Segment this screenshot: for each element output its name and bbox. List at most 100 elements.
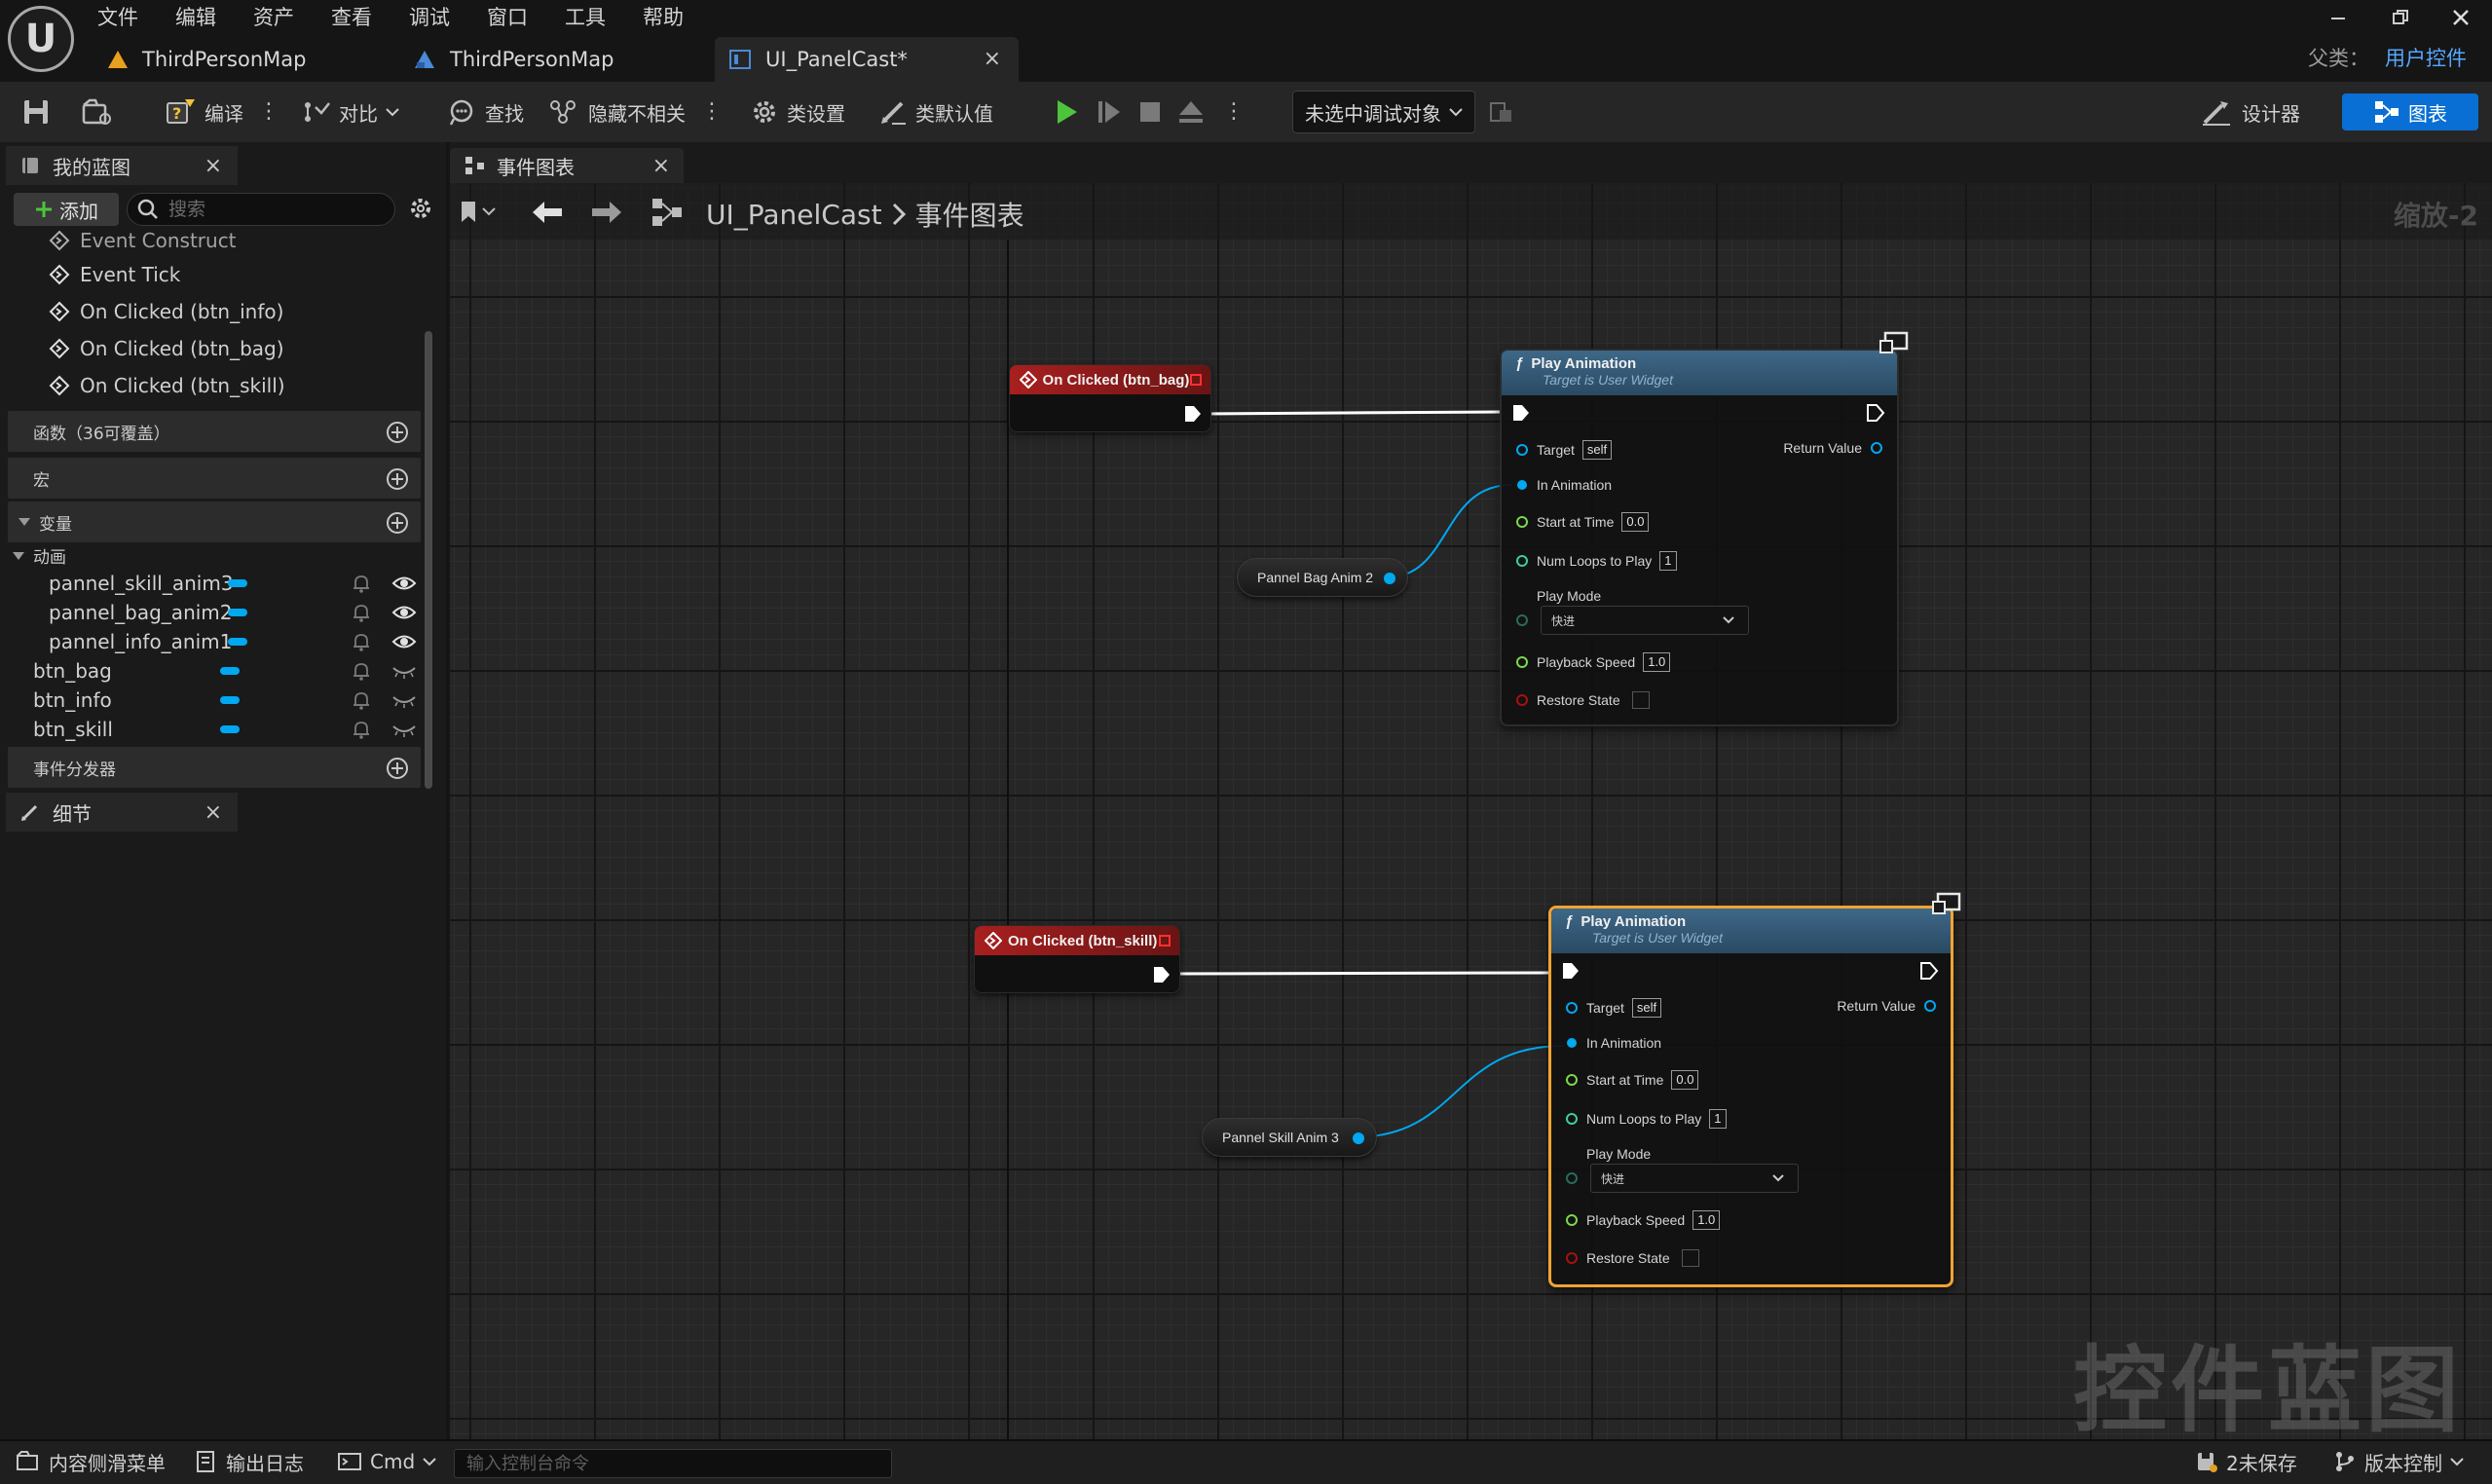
cmd-button[interactable]: Cmd: [337, 1447, 446, 1476]
content-drawer-button[interactable]: 内容侧滑菜单: [16, 1447, 166, 1476]
float-pin-icon: [1516, 516, 1528, 528]
pin-label: Num Loops to Play: [1537, 553, 1653, 569]
graph-watermark: 控件蓝图: [2073, 1336, 2463, 1445]
function-node-header: ƒ Play Animation Target is User Widget: [1502, 351, 1897, 395]
play-mode-select[interactable]: 快进: [1541, 606, 1749, 635]
source-control-button[interactable]: 版本控制: [2333, 1447, 2473, 1476]
restore-state-checkbox[interactable]: [1681, 1249, 1699, 1267]
pin-label: Num Loops to Play: [1586, 1111, 1702, 1127]
cmd-label: Cmd: [370, 1450, 416, 1473]
widget-monitor-icon: [1879, 331, 1909, 353]
pin-start-at-time[interactable]: Start at Time 0.0: [1565, 1070, 1699, 1090]
pin-num-loops[interactable]: Num Loops to Play 1: [1565, 1109, 1727, 1129]
pin-value[interactable]: 1.0: [1643, 652, 1671, 672]
pin-restore-state[interactable]: Restore State: [1565, 1249, 1699, 1267]
object-pin-icon: [1516, 444, 1528, 456]
enum-pin-icon[interactable]: [1515, 613, 1529, 627]
function-title: Play Animation: [1581, 913, 1687, 930]
graph-wires: [1007, 240, 1565, 1439]
delegate-pin-icon: [1159, 935, 1171, 946]
int-pin-icon: [1516, 555, 1528, 567]
unsaved-save-icon: [2198, 1453, 2217, 1472]
object-wire: [1353, 1045, 1565, 1138]
object-pin-icon[interactable]: [1382, 571, 1397, 586]
pin-label: Start at Time: [1586, 1072, 1664, 1088]
int-pin-icon: [1566, 1113, 1578, 1125]
function-subtitle: Target is User Widget: [1592, 930, 1723, 946]
variable-node-pannel-skill-anim3[interactable]: Pannel Skill Anim 3: [1202, 1118, 1377, 1157]
object-pin-icon[interactable]: [1351, 1131, 1366, 1146]
unsaved-label: 2未保存: [2226, 1451, 2297, 1475]
event-node-btn-skill[interactable]: On Clicked (btn_skill): [974, 925, 1180, 993]
float-pin-icon: [1566, 1074, 1578, 1086]
event-node-header: On Clicked (btn_skill): [975, 926, 1179, 955]
enum-pin-icon[interactable]: [1565, 1171, 1579, 1185]
pin-start-at-time[interactable]: Start at Time 0.0: [1515, 512, 1650, 532]
chevron-down-icon: [423, 1458, 436, 1466]
exec-out-pin-icon[interactable]: [1866, 403, 1885, 423]
bool-pin-icon: [1566, 1252, 1578, 1264]
event-node-header: On Clicked (btn_bag): [1010, 365, 1210, 394]
variable-node-label: Pannel Bag Anim 2: [1257, 570, 1374, 585]
function-title: Play Animation: [1531, 355, 1637, 372]
object-pin-icon: [1871, 442, 1882, 454]
pin-label: Play Mode: [1537, 588, 1602, 604]
event-icon: [1020, 371, 1037, 389]
object-pin-icon: [1567, 1038, 1577, 1048]
pin-label: Target: [1586, 1000, 1624, 1016]
pin-label: Restore State: [1586, 1250, 1670, 1266]
exec-out-pin-icon[interactable]: [1919, 961, 1939, 981]
pin-in-animation[interactable]: In Animation: [1515, 477, 1612, 493]
object-wire: [1386, 484, 1512, 578]
pin-restore-state[interactable]: Restore State: [1515, 691, 1650, 709]
play-animation-node[interactable]: ƒ Play Animation Target is User Widget Ta…: [1500, 349, 1899, 726]
event-node-btn-bag[interactable]: On Clicked (btn_bag): [1009, 364, 1211, 432]
play-mode-select[interactable]: 快进: [1590, 1164, 1799, 1193]
pin-value[interactable]: 1.0: [1692, 1210, 1721, 1230]
pin-label: Start at Time: [1537, 514, 1615, 530]
exec-out-pin-icon[interactable]: [1152, 965, 1172, 984]
variable-node-label: Pannel Skill Anim 3: [1222, 1130, 1339, 1145]
restore-state-checkbox[interactable]: [1631, 691, 1650, 709]
event-node-title: On Clicked (btn_bag): [1042, 371, 1190, 389]
pin-playback-speed[interactable]: Playback Speed 1.0: [1515, 652, 1671, 672]
content-drawer-label: 内容侧滑菜单: [49, 1451, 166, 1475]
exec-out-pin-icon[interactable]: [1183, 404, 1203, 424]
pin-value[interactable]: 0.0: [1621, 512, 1650, 532]
pin-target[interactable]: Target self: [1565, 998, 1662, 1018]
pin-num-loops[interactable]: Num Loops to Play 1: [1515, 551, 1677, 571]
pin-return-value[interactable]: Return Value: [1783, 440, 1883, 456]
exec-in-pin-icon[interactable]: [1561, 961, 1581, 981]
pin-value[interactable]: self: [1631, 998, 1662, 1018]
object-pin-icon: [1924, 1000, 1936, 1012]
unsaved-button[interactable]: 2未保存: [2195, 1447, 2297, 1476]
exec-wire: [1199, 410, 1501, 416]
pin-label: Return Value: [1837, 998, 1915, 1014]
source-control-icon: [2336, 1452, 2354, 1471]
output-log-label: 输出日志: [226, 1451, 304, 1475]
console-command-box[interactable]: [454, 1449, 892, 1478]
pin-value[interactable]: 0.0: [1671, 1070, 1699, 1090]
variable-node-pannel-bag-anim2[interactable]: Pannel Bag Anim 2: [1237, 558, 1408, 597]
output-log-button[interactable]: 输出日志: [195, 1447, 304, 1476]
pin-play-mode-label: Play Mode: [1586, 1146, 1651, 1162]
play-animation-node-selected[interactable]: ƒ Play Animation Target is User Widget Ta…: [1548, 906, 1953, 1287]
object-pin-icon: [1566, 1002, 1578, 1014]
chevron-down-icon: [1723, 616, 1734, 624]
pin-playback-speed[interactable]: Playback Speed 1.0: [1565, 1210, 1721, 1230]
pin-label: In Animation: [1586, 1035, 1662, 1051]
pin-value[interactable]: 1: [1659, 551, 1677, 571]
pin-in-animation[interactable]: In Animation: [1565, 1035, 1661, 1051]
pin-target[interactable]: Target self: [1515, 440, 1613, 460]
exec-wire: [1170, 971, 1551, 976]
float-pin-icon: [1516, 656, 1528, 668]
console-command-input[interactable]: [455, 1450, 891, 1477]
pin-value[interactable]: self: [1581, 440, 1613, 460]
pin-return-value[interactable]: Return Value: [1837, 998, 1937, 1014]
function-icon: ƒ: [1565, 913, 1574, 930]
output-log-icon: [197, 1451, 214, 1472]
pin-value[interactable]: 1: [1709, 1109, 1727, 1129]
function-subtitle: Target is User Widget: [1543, 372, 1673, 388]
chevron-down-icon: [2450, 1458, 2464, 1466]
exec-in-pin-icon[interactable]: [1511, 403, 1531, 423]
